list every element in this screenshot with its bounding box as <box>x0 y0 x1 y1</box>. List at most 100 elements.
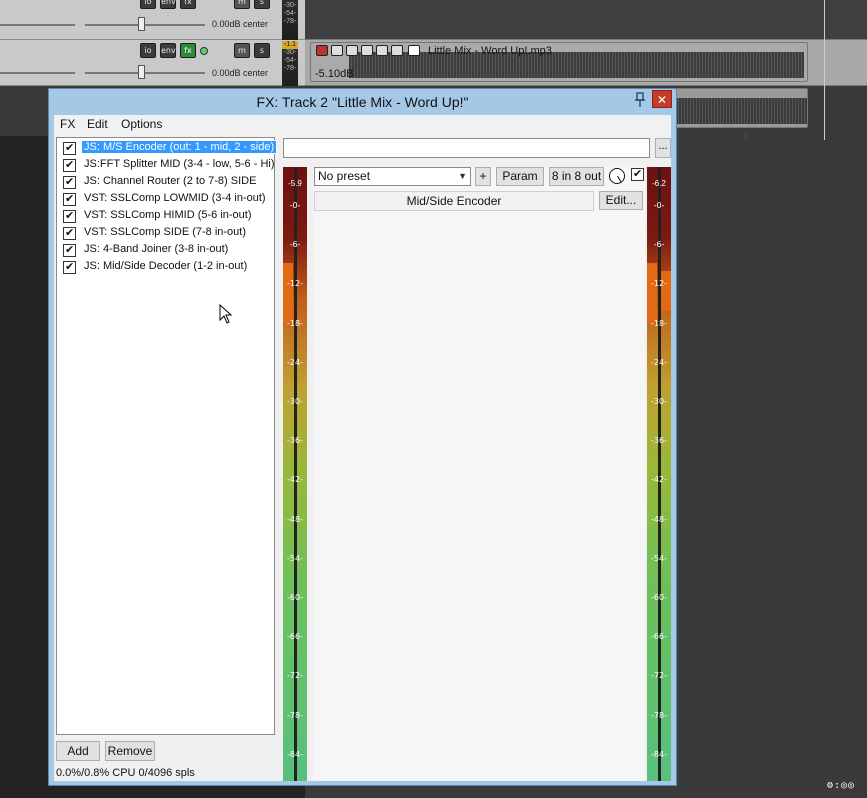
mute-button[interactable]: m <box>234 0 250 9</box>
fx-enable-checkbox[interactable] <box>63 175 76 189</box>
menu-fx[interactable]: FX <box>60 117 75 131</box>
fx-chain-label: JS:FFT Splitter MID (3-4 - low, 5-6 - Hi… <box>84 158 275 170</box>
track-panel-2[interactable]: io env fx m s 0.00dB center -1.1 -30- -5… <box>0 40 305 86</box>
lock-icon[interactable] <box>316 45 328 56</box>
add-preset-button[interactable]: + <box>475 167 491 186</box>
wet-knob[interactable] <box>609 168 625 184</box>
fx-enable-checkbox[interactable] <box>63 209 76 223</box>
fx-chain-item[interactable]: VST: SSLComp SIDE (7-8 in-out) <box>63 225 271 242</box>
pitch-icon[interactable] <box>408 45 420 56</box>
input-meter: -5.9 -0- -6- -12- -18- -24- -30- -36- -42- -48- -… <box>283 167 307 781</box>
fx-chain-label: JS: Mid/Side Decoder (1-2 in-out) <box>84 260 248 272</box>
fx-chain-item[interactable]: JS: M/S Encoder (out: 1 - mid, 2 - side) <box>63 140 278 157</box>
fx-enable-checkbox[interactable] <box>63 243 76 257</box>
volume-slider[interactable] <box>0 24 75 26</box>
meter-level <box>647 263 657 323</box>
track-readout: 0.00dB center <box>212 68 269 78</box>
fx-chain-item[interactable]: VST: SSLComp HIMID (5-6 in-out) <box>63 208 271 225</box>
bypass-checkbox[interactable] <box>631 167 644 181</box>
meter-scale-label: -48- <box>287 514 303 524</box>
properties-icon[interactable] <box>346 45 358 56</box>
add-fx-button[interactable]: Add <box>56 741 100 761</box>
meter-scale-label: -12- <box>651 279 667 289</box>
meter-scale-label: -36- <box>287 436 303 446</box>
volume-knob[interactable] <box>138 65 145 79</box>
meter-label: -54- <box>283 57 297 64</box>
track-meter: -1.1 -30- -54- -78- <box>282 41 298 86</box>
meter-label: -54- <box>283 10 297 17</box>
pin-icon[interactable] <box>634 92 646 108</box>
record-arm-icon[interactable] <box>200 47 208 55</box>
output-meter: -6.2 -0- -6- -12- -18- -24- -30- -36- -42- -48- -… <box>647 167 671 781</box>
meter-label: -78- <box>283 18 297 25</box>
meter-scale-label: -24- <box>287 357 303 367</box>
plugin-name: Mid/Side Encoder <box>314 191 594 211</box>
track-lane-2[interactable]: Little Mix - Word Up!.mp3 -5.10dB <box>305 40 867 86</box>
meter-scale-label: -6- <box>289 240 301 250</box>
meter-scale-label: -66- <box>287 632 303 642</box>
close-button[interactable]: ✕ <box>652 90 672 108</box>
fx-chain-label: JS: Channel Router (2 to 7-8) SIDE <box>84 175 257 187</box>
fx-chain-label: JS: 4-Band Joiner (3-8 in-out) <box>84 243 229 255</box>
env-button[interactable]: env <box>160 43 176 58</box>
fx-enable-checkbox[interactable] <box>63 260 76 274</box>
media-item-volume: -5.10dB <box>315 68 354 80</box>
menu-options[interactable]: Options <box>121 117 162 131</box>
menu-edit[interactable]: Edit <box>87 117 108 131</box>
volume-knob[interactable] <box>138 17 145 31</box>
title-bar[interactable]: FX: Track 2 "Little Mix - Word Up!" ✕ <box>49 89 676 115</box>
plugin-path-field[interactable] <box>283 138 650 158</box>
meter-scale-label: -36- <box>651 436 667 446</box>
mute-button[interactable]: m <box>234 43 250 58</box>
meter-scale-label: -18- <box>651 318 667 328</box>
track-panel-1[interactable]: io env fx m s 0.00dB center -30- -54- -7… <box>0 0 305 40</box>
edit-button[interactable]: Edit... <box>599 191 643 210</box>
fx-chain-item[interactable]: JS:FFT Splitter MID (3-4 - low, 5-6 - Hi… <box>63 157 275 174</box>
plugin-ui: No preset ▼ + Param 8 in 8 out Mid/Side … <box>313 167 645 781</box>
fx-chain-item[interactable]: VST: SSLComp LOWMID (3-4 in-out) <box>63 191 271 208</box>
solo-button[interactable]: s <box>254 0 270 9</box>
media-item[interactable]: Little Mix - Word Up!.mp3 -5.10dB <box>310 42 808 82</box>
pan-slider[interactable] <box>85 72 205 74</box>
pan-slider[interactable] <box>85 24 205 26</box>
meter-label: -30- <box>283 2 297 9</box>
fx-button[interactable]: fx <box>180 0 196 9</box>
io-button[interactable]: io <box>140 43 156 58</box>
volume-slider[interactable] <box>0 72 75 74</box>
fx-enable-checkbox[interactable] <box>63 192 76 206</box>
track-lane-1[interactable] <box>305 0 867 40</box>
io-button[interactable]: io <box>140 0 156 9</box>
fx-icon[interactable] <box>391 45 403 56</box>
meter-scale-label: -60- <box>287 593 303 602</box>
meter-label: -78- <box>283 65 297 72</box>
fx-button[interactable]: fx <box>180 43 196 58</box>
meter-scale-label: -54- <box>287 553 303 563</box>
fx-enable-checkbox[interactable] <box>63 141 76 155</box>
menu-icon[interactable] <box>361 45 373 56</box>
corner-control[interactable]: ⚙:◎◎ <box>827 780 865 794</box>
meter-label: -30- <box>283 49 297 56</box>
fx-chain-item[interactable]: JS: Mid/Side Decoder (1-2 in-out) <box>63 259 271 276</box>
meter-scale-label: -60- <box>651 593 667 602</box>
take-icon[interactable] <box>331 45 343 56</box>
remove-fx-button[interactable]: Remove <box>105 741 155 761</box>
param-button[interactable]: Param <box>496 167 544 186</box>
cpu-status: 0.0%/0.8% CPU 0/4096 spls <box>56 767 195 779</box>
meter-scale-label: -84- <box>287 749 303 759</box>
media-item-title: Little Mix - Word Up!.mp3 <box>428 45 552 57</box>
fx-chain-label: JS: M/S Encoder (out: 1 - mid, 2 - side) <box>80 140 278 154</box>
envelope-icon[interactable] <box>376 45 388 56</box>
pin-io-button[interactable]: 8 in 8 out <box>549 167 604 186</box>
fx-chain-item[interactable]: JS: Channel Router (2 to 7-8) SIDE <box>63 174 271 191</box>
track-meter: -30- -54- -78- <box>282 0 298 40</box>
fx-enable-checkbox[interactable] <box>63 158 76 172</box>
browse-button[interactable]: ... <box>655 138 671 158</box>
preset-value: No preset <box>318 169 371 183</box>
solo-button[interactable]: s <box>254 43 270 58</box>
fx-enable-checkbox[interactable] <box>63 226 76 240</box>
preset-select[interactable]: No preset ▼ <box>314 167 471 186</box>
fx-chain-item[interactable]: JS: 4-Band Joiner (3-8 in-out) <box>63 242 271 259</box>
fx-chain-list[interactable]: JS: M/S Encoder (out: 1 - mid, 2 - side)… <box>56 137 278 735</box>
env-button[interactable]: env <box>160 0 176 9</box>
edit-cursor <box>824 0 825 140</box>
